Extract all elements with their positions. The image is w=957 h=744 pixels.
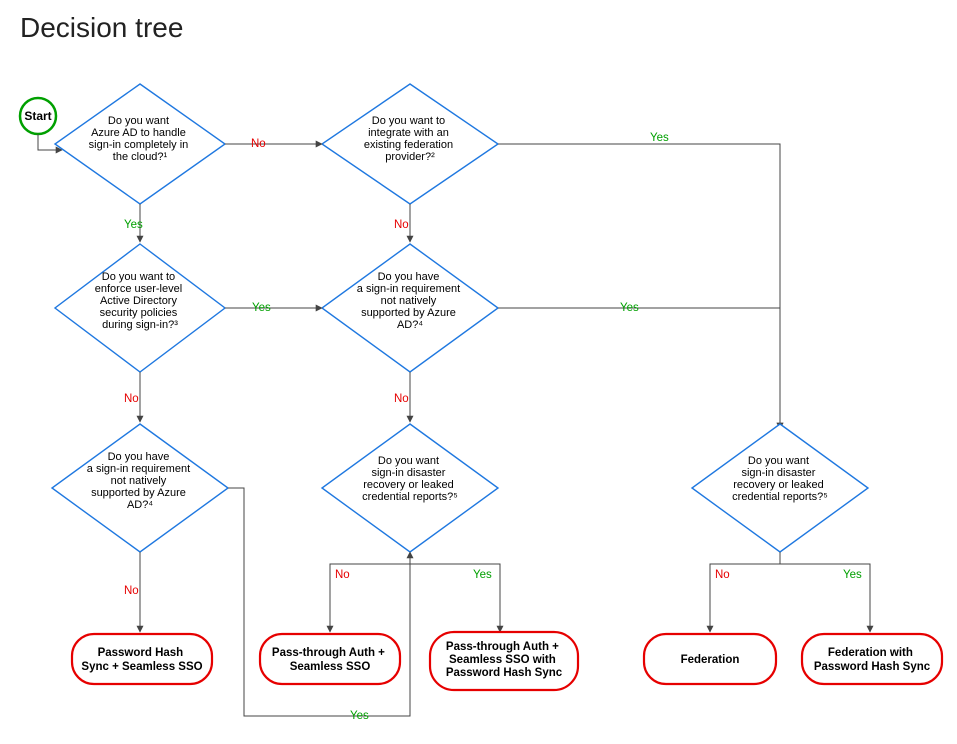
edge-fed-yes [498,144,780,429]
svg-text:Start: Start [24,109,51,123]
label-yes: Yes [350,710,369,722]
terminal-phs-sso: Password Hash Sync + Seamless SSO [72,634,212,684]
page-title: Decision tree [0,0,957,44]
decision-disaster-recovery-1: Do you want sign-in disaster recovery or… [322,424,498,552]
decision-tree-diagram: Start Do you want Azure AD to handle sig… [0,44,957,744]
label-no: No [251,138,266,150]
label-no: No [124,393,139,405]
label-yes: Yes [252,302,271,314]
svg-text:Federation: Federation [681,654,740,666]
decision-disaster-recovery-2: Do you want sign-in disaster recovery or… [692,424,868,552]
decision-enforce-ad: Do you want to enforce user-level Active… [55,244,225,372]
decision-not-native-support-1: Do you have a sign-in requirement not na… [322,244,498,372]
edge-notnative1-yes [498,308,780,429]
label-yes: Yes [843,569,862,581]
label-no: No [335,569,350,581]
label-yes: Yes [620,302,639,314]
terminal-federation-phs: Federation with Password Hash Sync [802,634,942,684]
terminal-pta-sso: Pass-through Auth + Seamless SSO [260,634,400,684]
label-yes: Yes [650,132,669,144]
decision-not-native-support-2: Do you have a sign-in requirement not na… [52,424,228,552]
svg-text:Pass-through Auth + Seam: Pass-through Auth + Seamless SSO with Pa… [446,641,563,679]
terminal-pta-sso-phs: Pass-through Auth + Seamless SSO with Pa… [430,632,578,690]
label-yes: Yes [124,219,143,231]
label-no: No [394,219,409,231]
svg-text:Do you want to enforce u: Do you want to enforce user-level Active… [95,271,186,331]
label-no: No [715,569,730,581]
label-yes: Yes [473,569,492,581]
start-node: Start [20,98,56,134]
decision-cloud-signin: Do you want Azure AD to handle sign-in c… [55,84,225,204]
label-no: No [394,393,409,405]
terminal-federation: Federation [644,634,776,684]
label-no: No [124,585,139,597]
decision-federation-provider: Do you want to integrate with an existin… [322,84,498,204]
